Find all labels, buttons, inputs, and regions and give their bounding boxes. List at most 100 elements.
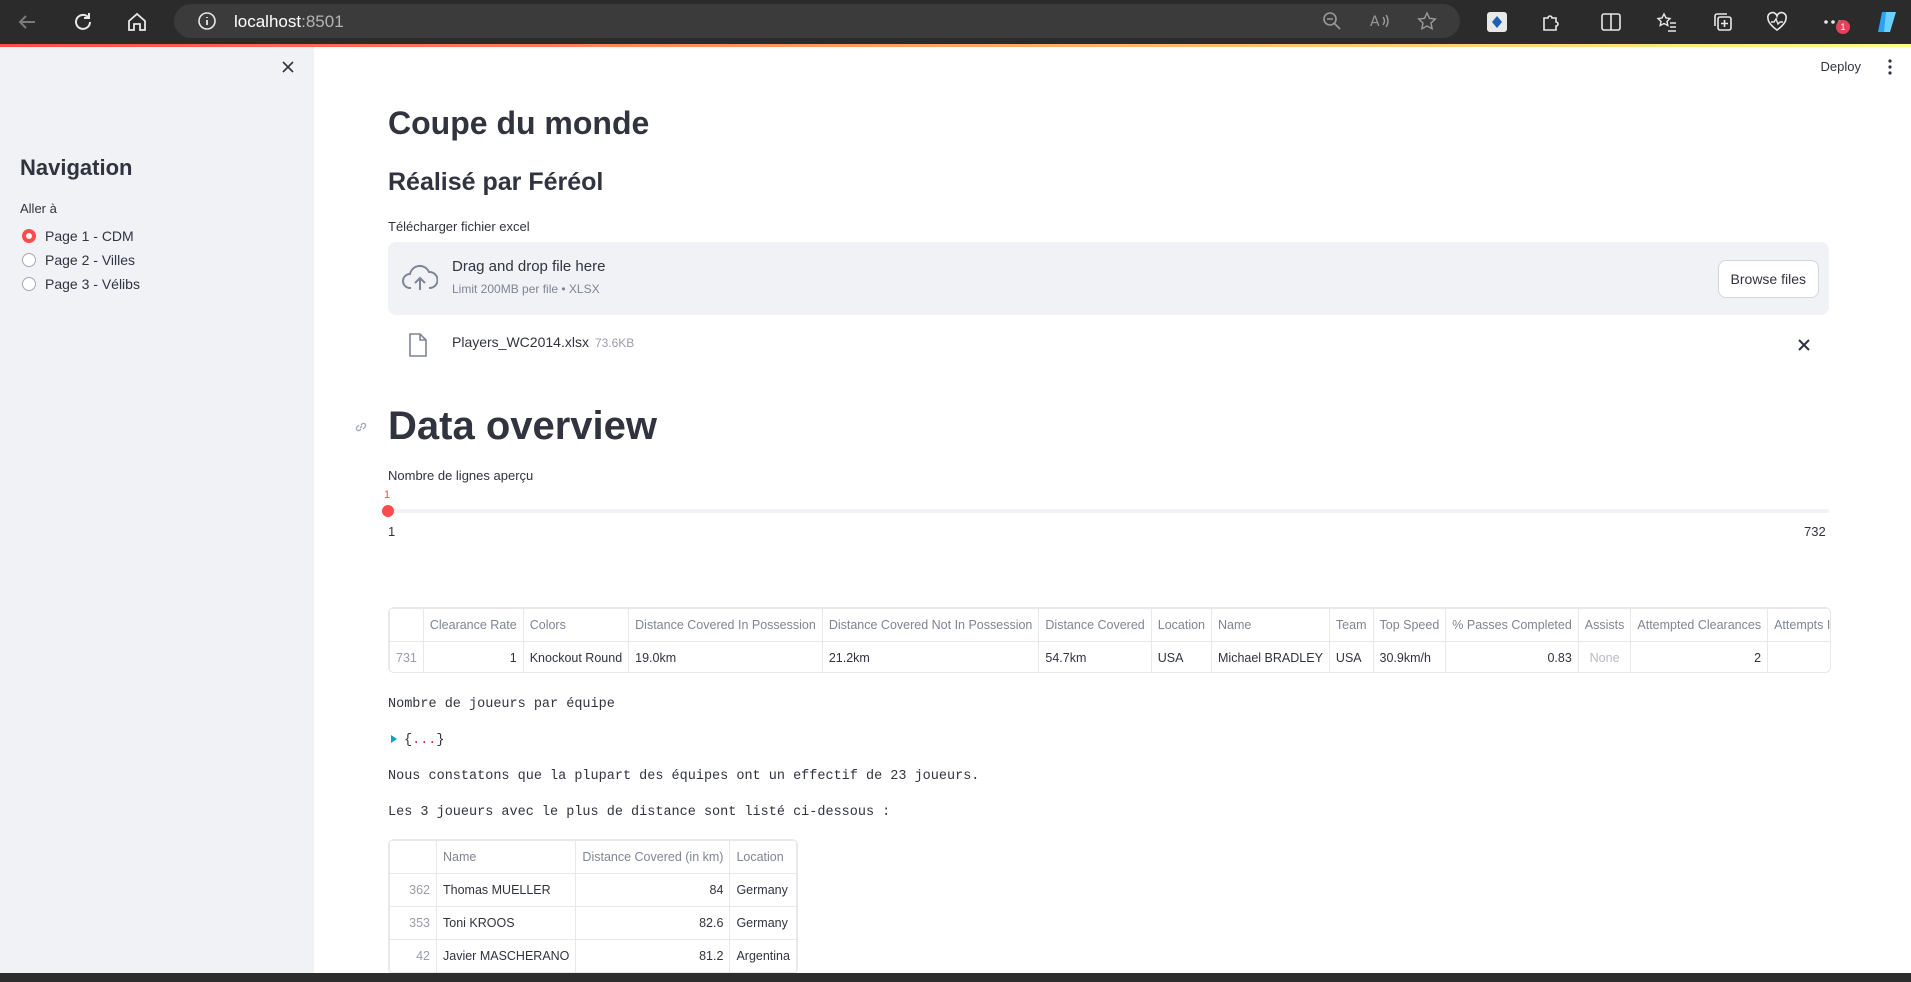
column-header[interactable]: Top Speed (1372, 608, 1447, 642)
address-bar[interactable]: localhost:8501 A (174, 4, 1460, 38)
slider-value: 1 (384, 489, 391, 501)
table-cell[interactable]: 84 (575, 873, 731, 907)
row-index[interactable]: 42 (389, 939, 437, 973)
column-header[interactable]: Team (1328, 608, 1374, 642)
top3-intro-text: Les 3 joueurs avec le plus de distance s… (388, 805, 891, 820)
extension-app-icon[interactable] (1484, 9, 1510, 35)
browse-files-button[interactable]: Browse files (1717, 260, 1819, 298)
table-cell[interactable]: Germany (729, 906, 797, 940)
table-cell[interactable]: Germany (729, 873, 797, 907)
close-sidebar-icon[interactable] (280, 59, 296, 80)
table-cell[interactable]: Michael BRADLEY (1211, 641, 1330, 672)
table-cell[interactable]: 1 (422, 641, 524, 672)
column-header[interactable]: Assists (1577, 608, 1632, 642)
table-cell[interactable]: Toni KROOS (435, 906, 577, 940)
conclusion-text: Nous constatons que la plupart des équip… (388, 769, 980, 784)
table-cell[interactable]: 19.0km (628, 641, 823, 672)
remove-file-icon[interactable] (1797, 338, 1811, 357)
slider-label: Nombre de lignes aperçu (388, 468, 534, 483)
main-content: Deploy Coupe du monde Réalisé par Féréol… (314, 47, 1911, 974)
table-cell[interactable]: USA (1328, 641, 1374, 672)
top3-dataframe[interactable]: Name Distance Covered (in km) Location 3… (388, 839, 798, 974)
table-cell[interactable]: 2 (1630, 641, 1769, 672)
column-header[interactable]: Colors (522, 608, 630, 642)
refresh-icon[interactable] (70, 9, 96, 35)
column-header[interactable]: Attempted Clearances (1630, 608, 1769, 642)
favorites-icon[interactable] (1654, 9, 1680, 35)
browser-essentials-icon[interactable] (1764, 9, 1790, 35)
deploy-button[interactable]: Deploy (1821, 59, 1861, 74)
column-header[interactable]: Name (435, 840, 577, 874)
dropzone-limit: Limit 200MB per file • XLSX (452, 282, 600, 296)
column-header[interactable]: % Passes Completed (1445, 608, 1579, 642)
url-text: localhost:8501 (234, 12, 344, 31)
browser-toolbar: localhost:8501 A 1 (0, 0, 1911, 44)
table-header-row: Clearance Rate Colors Distance Covered I… (389, 608, 1830, 642)
top3-table: Name Distance Covered (in km) Location 3… (389, 840, 797, 973)
table-cell[interactable]: 54.7km (1038, 641, 1152, 672)
table-row: 42 Javier MASCHERANO 81.2 Argentina (389, 939, 797, 973)
radio-selected-icon[interactable] (22, 229, 36, 243)
expand-triangle-icon[interactable] (390, 731, 398, 749)
page-subtitle: Réalisé par Féréol (388, 168, 604, 196)
column-header[interactable]: Distance Covered Not In Possession (821, 608, 1040, 642)
column-header[interactable]: Clearance Rate (422, 608, 524, 642)
column-header[interactable] (389, 840, 437, 874)
radio-option-page-2[interactable]: Page 2 - Villes (22, 252, 135, 268)
file-icon (408, 333, 428, 362)
radio-unselected-icon[interactable] (22, 253, 36, 267)
radio-unselected-icon[interactable] (22, 277, 36, 291)
collections-icon[interactable] (1710, 9, 1736, 35)
read-aloud-icon[interactable]: A (1367, 8, 1393, 34)
file-dropzone[interactable]: Drag and drop file here Limit 200MB per … (388, 242, 1829, 315)
back-icon[interactable] (14, 9, 40, 35)
column-header[interactable]: Location (1150, 608, 1213, 642)
table-cell[interactable]: 81.2 (575, 939, 731, 973)
split-screen-icon[interactable] (1598, 9, 1624, 35)
slider-max: 732 (1804, 524, 1826, 539)
slider-track[interactable] (388, 509, 1829, 513)
table-cell[interactable]: Argentina (729, 939, 797, 973)
extensions-puzzle-icon[interactable] (1538, 9, 1564, 35)
column-header[interactable] (389, 608, 424, 642)
radio-option-page-1[interactable]: Page 1 - CDM (22, 228, 134, 244)
column-header[interactable]: Distance Covered In Possession (628, 608, 823, 642)
row-index[interactable]: 362 (389, 873, 437, 907)
table-cell[interactable]: None (1577, 641, 1632, 672)
table-row: 353 Toni KROOS 82.6 Germany (389, 906, 797, 940)
copilot-icon[interactable] (1874, 9, 1900, 35)
json-collapsed[interactable]: {...} (404, 733, 445, 748)
dropzone-title: Drag and drop file here (452, 258, 606, 275)
column-header[interactable]: Name (1211, 608, 1330, 642)
kebab-menu-icon[interactable] (1887, 58, 1893, 81)
svg-text:A: A (1370, 14, 1380, 30)
column-header[interactable]: Distance Covered (in km) (575, 840, 731, 874)
uploaded-file-size: 73.6KB (594, 336, 635, 350)
column-header[interactable]: Distance Covered (1038, 608, 1152, 642)
overview-table: Clearance Rate Colors Distance Covered I… (389, 608, 1830, 672)
uploader-label: Télécharger fichier excel (388, 219, 530, 234)
overview-dataframe[interactable]: Clearance Rate Colors Distance Covered I… (388, 607, 1831, 673)
favorite-star-icon[interactable] (1414, 8, 1440, 34)
home-icon[interactable] (124, 9, 150, 35)
anchor-link-icon[interactable] (354, 420, 368, 439)
table-cell[interactable]: 30.9km/h (1372, 641, 1447, 672)
table-cell[interactable]: USA (1150, 641, 1213, 672)
slider-thumb[interactable] (382, 505, 394, 517)
notification-badge: 1 (1836, 20, 1850, 34)
table-cell[interactable]: Javier MASCHERANO (435, 939, 577, 973)
radio-option-page-3[interactable]: Page 3 - Vélibs (22, 276, 140, 292)
column-header[interactable]: Attempts In (1767, 608, 1830, 642)
table-cell[interactable]: Knockout Round (522, 641, 630, 672)
column-header[interactable]: Location (729, 840, 797, 874)
table-cell[interactable]: 0.83 (1445, 641, 1579, 672)
table-cell[interactable]: 21.2km (821, 641, 1040, 672)
table-cell[interactable]: 82.6 (575, 906, 731, 940)
table-cell[interactable]: Thomas MUELLER (435, 873, 577, 907)
zoom-icon[interactable] (1319, 8, 1345, 34)
row-index[interactable]: 731 (389, 641, 424, 672)
uploaded-file-row: Players_WC2014.xlsx 73.6KB (388, 329, 1829, 369)
table-cell[interactable] (1767, 641, 1830, 672)
site-info-icon[interactable] (194, 8, 220, 34)
row-index[interactable]: 353 (389, 906, 437, 940)
